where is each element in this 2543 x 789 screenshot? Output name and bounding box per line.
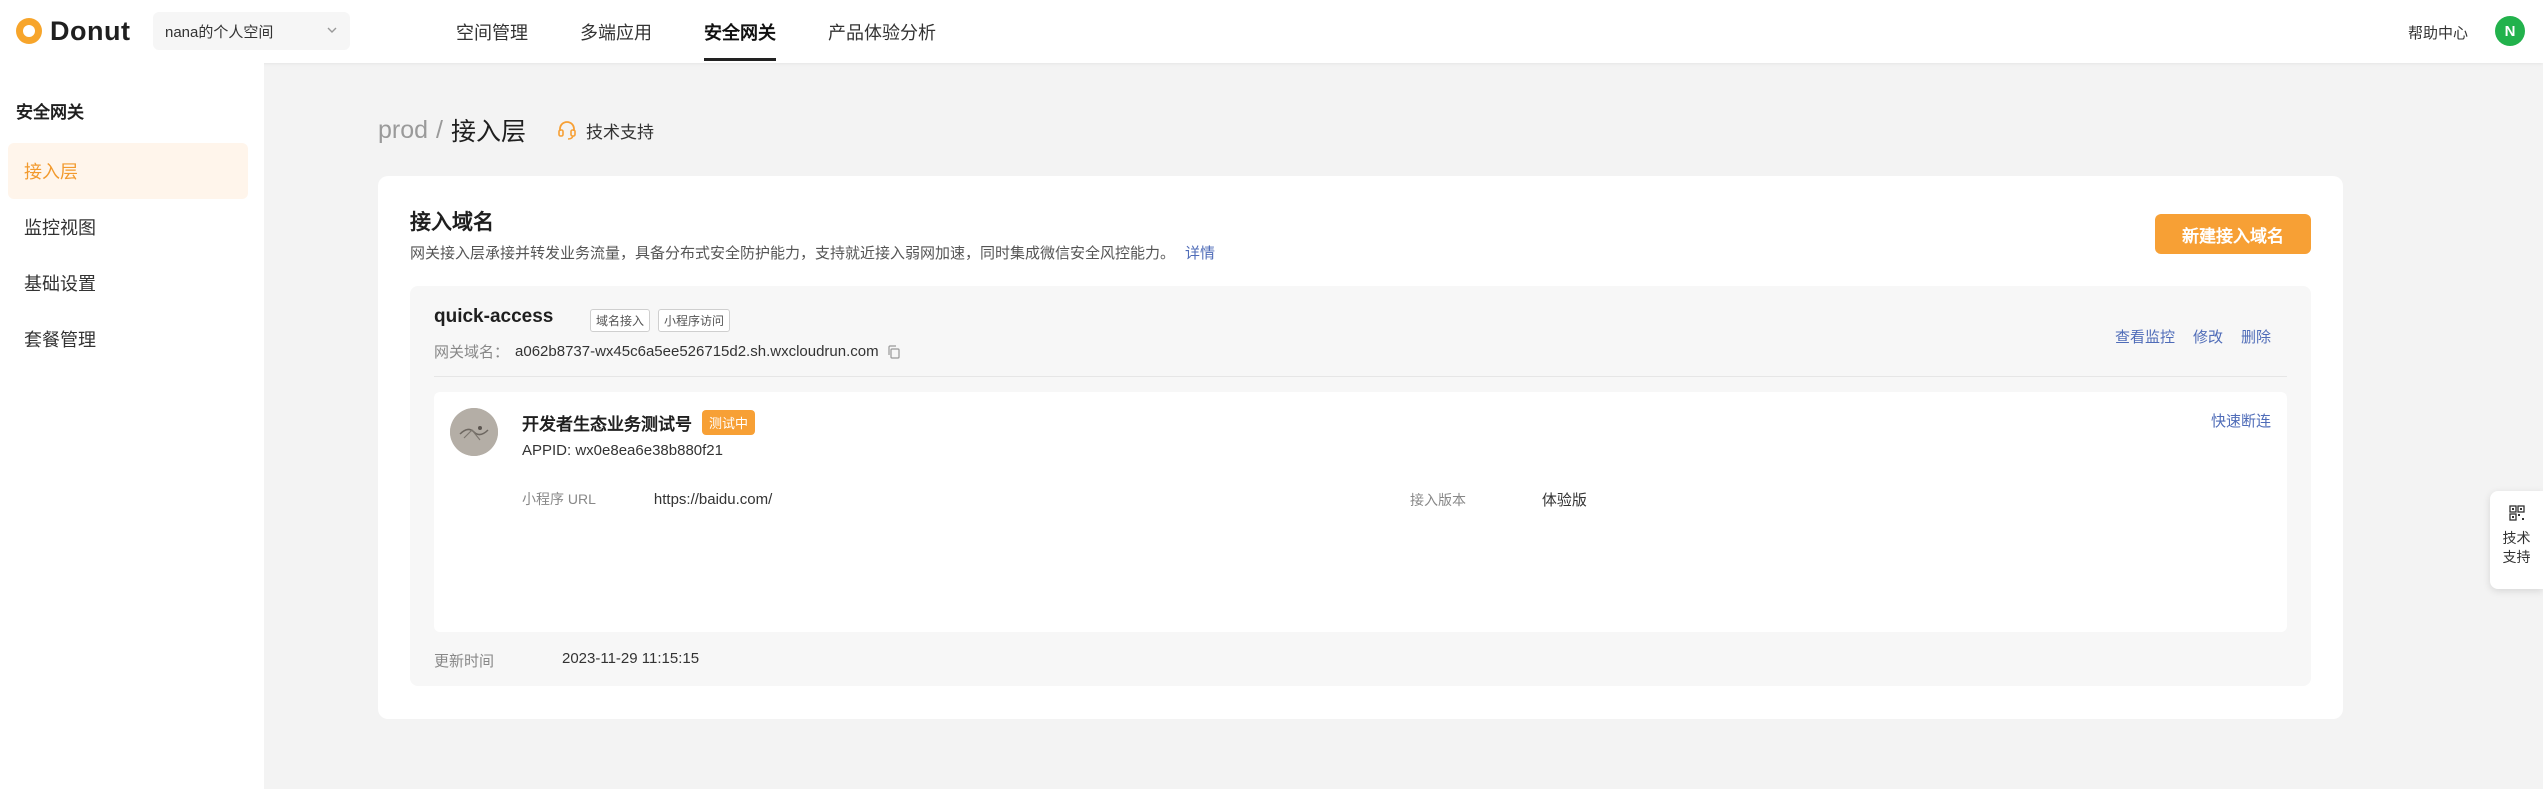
updated-time-value: 2023-11-29 11:15:15 (562, 650, 700, 667)
miniprogram-appid: APPID: wx0e8ea6e38b880f21 (522, 442, 723, 459)
copy-icon[interactable] (887, 344, 901, 359)
gateway-domain-value: a062b8737-wx45c6a5ee526715d2.sh.wxcloudr… (515, 343, 879, 360)
qr-code-icon (2508, 505, 2525, 521)
workspace-select[interactable]: nana的个人空间 (153, 12, 350, 50)
access-name: quick-access (434, 306, 554, 327)
miniprogram-name: 开发者生态业务测试号 (522, 415, 692, 434)
view-monitoring-link[interactable]: 查看监控 (2115, 326, 2175, 347)
details-link[interactable]: 详情 (1185, 245, 1215, 262)
section-title: 接入域名 (410, 211, 494, 234)
gateway-domain-label: 网关域名： (434, 344, 510, 361)
quick-disconnect-link[interactable]: 快速断连 (2211, 410, 2271, 431)
access-domain-panel: 接入域名 网关接入层承接并转发业务流量，具备分布式安全防护能力，支持就近接入弱网… (378, 176, 2343, 719)
breadcrumb-separator: / (436, 115, 443, 144)
tech-support-label: 技术支持 (586, 122, 655, 142)
new-access-domain-button[interactable]: 新建接入域名 (2155, 214, 2311, 254)
sidebar-title: 安全网关 (16, 103, 84, 122)
floating-tech-support[interactable]: 技术支持 (2490, 491, 2543, 589)
access-tags: 域名接入 小程序访问 (590, 309, 731, 332)
nav-item-space-management[interactable]: 空间管理 (430, 0, 554, 63)
card-actions: 查看监控 修改 删除 (2115, 326, 2271, 347)
donut-logo-icon (16, 18, 42, 44)
status-badge: 测试中 (702, 410, 756, 435)
breadcrumb-env[interactable]: prod (378, 116, 428, 145)
brand-name: Donut (50, 15, 131, 46)
section-description: 网关接入层承接并转发业务流量，具备分布式安全防护能力，支持就近接入弱网加速，同时… (410, 242, 1215, 263)
card-divider (434, 376, 2287, 377)
delete-link[interactable]: 删除 (2241, 326, 2271, 347)
sidebar: 安全网关 接入层 监控视图 基础设置 套餐管理 (0, 63, 264, 789)
breadcrumb: prod / 接入层 技术支持 (378, 112, 654, 148)
top-nav: 空间管理 多端应用 安全网关 产品体验分析 (430, 0, 962, 63)
sidebar-item-access-layer[interactable]: 接入层 (8, 143, 248, 199)
page-title: 接入层 (451, 118, 527, 146)
nav-item-multi-platform-apps[interactable]: 多端应用 (554, 0, 678, 63)
updated-time-label: 更新时间 (434, 653, 495, 670)
section-description-text: 网关接入层承接并转发业务流量，具备分布式安全防护能力，支持就近接入弱网加速，同时… (410, 245, 1176, 262)
brand[interactable]: Donut (16, 16, 130, 46)
miniprogram-url-value: https://baidu.com/ (653, 491, 773, 508)
gateway-domain-row: 网关域名： a062b8737-wx45c6a5ee526715d2.sh.wx… (434, 341, 901, 362)
tech-support-link[interactable]: 技术支持 (556, 118, 654, 143)
miniprogram-avatar (450, 408, 498, 456)
miniprogram-url-field: 小程序 URL https://baidu.com/ (522, 489, 772, 509)
user-avatar[interactable]: N (2495, 16, 2525, 46)
floating-tech-support-label: 技术支持 (2502, 530, 2531, 565)
nav-item-security-gateway[interactable]: 安全网关 (678, 0, 802, 63)
miniprogram-url-label: 小程序 URL (522, 491, 596, 507)
access-domain-card: quick-access 域名接入 小程序访问 网关域名： a062b8737-… (410, 286, 2311, 686)
workspace-select-value: nana的个人空间 (165, 23, 274, 41)
updated-time-row: 更新时间 2023-11-29 11:15:15 (434, 650, 699, 671)
access-version-field: 接入版本 体验版 (1410, 489, 1587, 510)
tag-miniprogram-access: 小程序访问 (658, 309, 731, 332)
access-version-value: 体验版 (1541, 492, 1587, 509)
top-bar: Donut nana的个人空间 空间管理 多端应用 安全网关 产品体验分析 帮助… (0, 0, 2543, 63)
tag-domain-access: 域名接入 (590, 309, 651, 332)
access-version-label: 接入版本 (1410, 492, 1466, 508)
nav-item-product-analytics[interactable]: 产品体验分析 (802, 0, 962, 63)
help-center-link[interactable]: 帮助中心 (2408, 22, 2468, 43)
sidebar-item-monitoring-view[interactable]: 监控视图 (8, 199, 248, 255)
headset-icon (558, 121, 576, 140)
edit-link[interactable]: 修改 (2193, 326, 2223, 347)
miniprogram-name-row: 开发者生态业务测试号 测试中 (522, 410, 756, 435)
sidebar-item-basic-settings[interactable]: 基础设置 (8, 255, 248, 311)
miniprogram-card: 开发者生态业务测试号 测试中 APPID: wx0e8ea6e38b880f21… (434, 392, 2287, 632)
chevron-down-icon (326, 24, 338, 39)
sidebar-item-plan-management[interactable]: 套餐管理 (8, 311, 248, 367)
